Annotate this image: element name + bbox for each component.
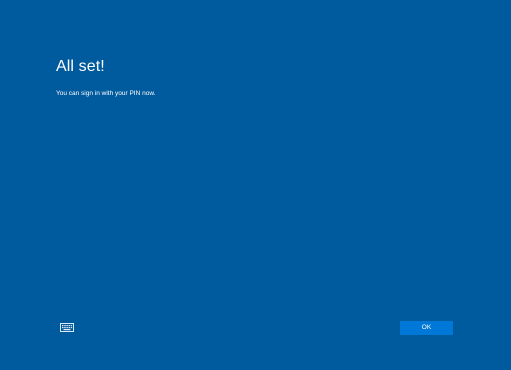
keyboard-icon[interactable] — [59, 322, 75, 333]
ok-button[interactable]: OK — [400, 321, 453, 335]
status-message: You can sign in with your PIN now. — [56, 90, 156, 97]
setup-screen: All set! You can sign in with your PIN n… — [0, 0, 511, 370]
keyboard-icon-glyph — [60, 323, 74, 332]
page-title: All set! — [56, 58, 105, 75]
